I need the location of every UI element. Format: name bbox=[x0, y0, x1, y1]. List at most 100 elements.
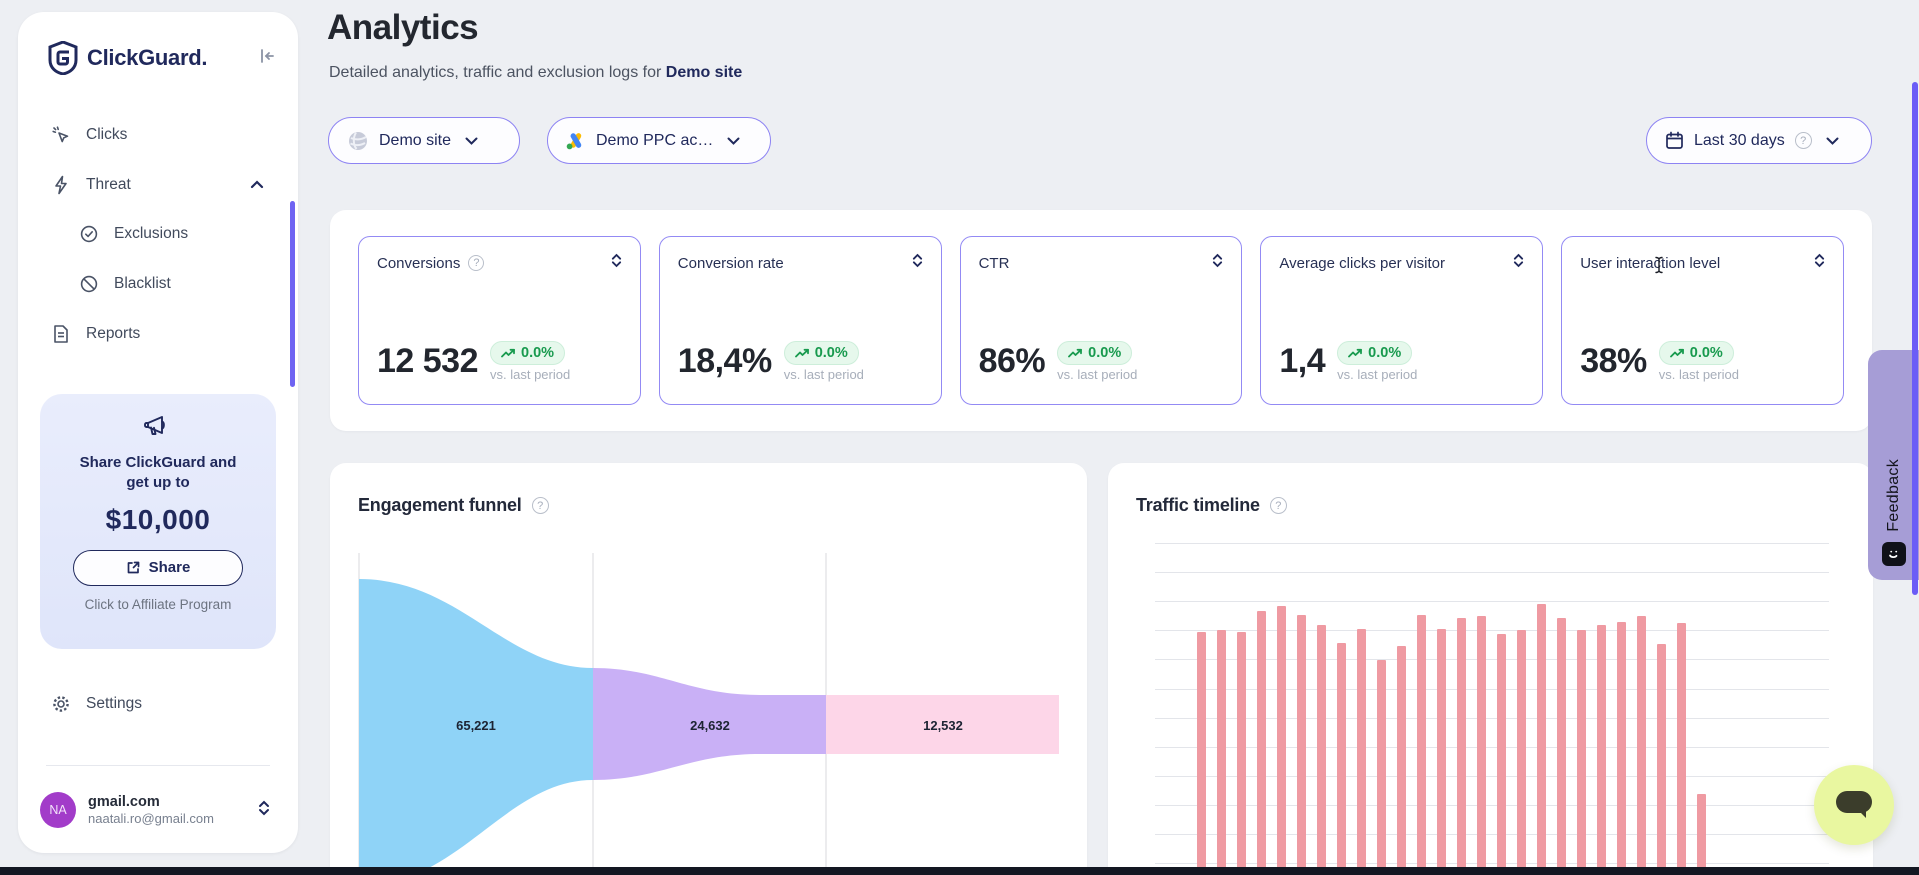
kpi-value: 86% bbox=[979, 342, 1046, 381]
kpi-delta-badge: 0.0% bbox=[1337, 341, 1412, 365]
trend-up-icon bbox=[1670, 348, 1685, 359]
traffic-bar[interactable] bbox=[1437, 629, 1446, 875]
sort-icon[interactable] bbox=[1513, 253, 1524, 273]
traffic-bar[interactable] bbox=[1237, 632, 1246, 875]
sidebar-item-settings[interactable]: Settings bbox=[18, 684, 298, 724]
kpi-card-interaction-level: User interaction level 38% 0.0% vs. last… bbox=[1561, 236, 1844, 405]
chat-launcher-button[interactable] bbox=[1814, 765, 1894, 845]
help-icon[interactable]: ? bbox=[1795, 132, 1812, 149]
traffic-chart-title: Traffic timeline bbox=[1136, 495, 1260, 516]
traffic-bar[interactable] bbox=[1637, 616, 1646, 875]
sidebar-item-clicks[interactable]: Clicks bbox=[18, 115, 298, 155]
chevron-down-icon bbox=[1826, 132, 1839, 150]
gridline bbox=[1155, 601, 1829, 602]
promo-amount: $10,000 bbox=[54, 504, 262, 536]
traffic-bar[interactable] bbox=[1477, 616, 1486, 875]
traffic-bar[interactable] bbox=[1597, 625, 1606, 875]
document-icon bbox=[50, 324, 72, 344]
clickguard-logo-icon bbox=[48, 41, 78, 75]
page-title: Analytics bbox=[327, 8, 478, 48]
traffic-bar[interactable] bbox=[1257, 611, 1266, 875]
traffic-bar[interactable] bbox=[1337, 643, 1346, 875]
sidebar-item-label: Threat bbox=[86, 176, 131, 194]
ppc-account-value: Demo PPC ac… bbox=[596, 132, 713, 150]
kpi-value: 38% bbox=[1580, 342, 1647, 381]
sidebar: ClickGuard. Clicks Threat bbox=[18, 12, 298, 853]
external-link-icon bbox=[126, 560, 141, 575]
kpi-value: 1,4 bbox=[1279, 342, 1325, 381]
traffic-bar[interactable] bbox=[1697, 794, 1706, 875]
traffic-plot bbox=[1108, 543, 1873, 875]
sidebar-item-threat[interactable]: Threat bbox=[18, 165, 298, 205]
date-range-value: Last 30 days bbox=[1694, 132, 1785, 150]
help-icon[interactable]: ? bbox=[468, 255, 484, 271]
chevron-up-icon[interactable] bbox=[250, 176, 264, 194]
traffic-bar[interactable] bbox=[1617, 622, 1626, 875]
sort-icon[interactable] bbox=[611, 253, 622, 273]
site-selector[interactable]: Demo site bbox=[328, 117, 520, 164]
traffic-bar[interactable] bbox=[1677, 623, 1686, 875]
cursor-click-icon bbox=[50, 125, 72, 145]
traffic-bar[interactable] bbox=[1537, 604, 1546, 875]
kpi-label: Conversions bbox=[377, 255, 460, 272]
kpi-period: vs. last period bbox=[1659, 367, 1739, 382]
traffic-bar[interactable] bbox=[1357, 629, 1366, 875]
kpi-card-avg-clicks: Average clicks per visitor 1,4 0.0% vs. … bbox=[1260, 236, 1543, 405]
kpi-label: User interaction level bbox=[1580, 255, 1720, 272]
traffic-bar[interactable] bbox=[1657, 644, 1666, 875]
chat-bubble-icon bbox=[1832, 788, 1876, 822]
traffic-bar[interactable] bbox=[1577, 630, 1586, 875]
logo-row: ClickGuard. bbox=[48, 40, 276, 76]
affiliate-promo-card[interactable]: Share ClickGuard andget up to $10,000 Sh… bbox=[40, 394, 276, 649]
kpi-delta-badge: 0.0% bbox=[490, 341, 565, 365]
traffic-bar[interactable] bbox=[1197, 632, 1206, 875]
kpi-section: Conversions ? 12 532 0.0% vs. last perio… bbox=[330, 210, 1872, 431]
kpi-label: Average clicks per visitor bbox=[1279, 255, 1445, 272]
analytics-page: ClickGuard. Clicks Threat bbox=[0, 0, 1919, 875]
kpi-value: 18,4% bbox=[678, 342, 772, 381]
kpi-label: Conversion rate bbox=[678, 255, 784, 272]
account-switcher[interactable]: NA gmail.com naatali.ro@gmail.com bbox=[32, 782, 284, 838]
kpi-delta-badge: 0.0% bbox=[1659, 341, 1734, 365]
sidebar-item-exclusions[interactable]: Exclusions bbox=[18, 214, 298, 254]
traffic-bar[interactable] bbox=[1517, 630, 1526, 875]
sort-icon[interactable] bbox=[1212, 253, 1223, 273]
subtitle-site-name: Demo site bbox=[666, 64, 742, 81]
kpi-card-conversions: Conversions ? 12 532 0.0% vs. last perio… bbox=[358, 236, 641, 405]
help-icon[interactable]: ? bbox=[1270, 497, 1287, 514]
traffic-bar[interactable] bbox=[1497, 634, 1506, 875]
traffic-bar[interactable] bbox=[1297, 615, 1306, 875]
sidebar-collapse-icon[interactable] bbox=[258, 47, 276, 70]
date-range-selector[interactable]: Last 30 days ? bbox=[1646, 117, 1872, 164]
page-scrollbar-thumb[interactable] bbox=[1912, 82, 1918, 595]
funnel-stage-value: 12,532 bbox=[923, 718, 963, 733]
sidebar-item-label: Clicks bbox=[86, 126, 127, 144]
traffic-bar[interactable] bbox=[1217, 630, 1226, 875]
gear-icon bbox=[50, 694, 72, 714]
kpi-period: vs. last period bbox=[784, 367, 864, 382]
funnel-stage-value: 65,221 bbox=[456, 718, 496, 733]
sidebar-divider bbox=[46, 765, 270, 766]
sidebar-scrollbar-thumb[interactable] bbox=[290, 201, 295, 387]
traffic-bar[interactable] bbox=[1377, 660, 1386, 875]
traffic-bar[interactable] bbox=[1277, 606, 1286, 875]
user-texts: gmail.com naatali.ro@gmail.com bbox=[88, 794, 214, 826]
ppc-account-selector[interactable]: Demo PPC ac… bbox=[547, 117, 771, 164]
sidebar-item-reports[interactable]: Reports bbox=[18, 314, 298, 354]
sidebar-item-blacklist[interactable]: Blacklist bbox=[18, 264, 298, 304]
traffic-bar[interactable] bbox=[1317, 625, 1326, 875]
sort-icon[interactable] bbox=[1814, 253, 1825, 273]
share-button[interactable]: Share bbox=[73, 550, 243, 586]
page-subtitle: Detailed analytics, traffic and exclusio… bbox=[329, 64, 742, 82]
sort-icon[interactable] bbox=[912, 253, 923, 273]
traffic-bar[interactable] bbox=[1457, 618, 1466, 875]
trend-up-icon bbox=[501, 348, 516, 359]
traffic-bar[interactable] bbox=[1397, 646, 1406, 875]
sidebar-item-label: Settings bbox=[86, 695, 142, 713]
traffic-bar[interactable] bbox=[1557, 618, 1566, 875]
sidebar-item-label: Exclusions bbox=[114, 225, 188, 243]
site-selector-value: Demo site bbox=[379, 132, 451, 150]
kpi-period: vs. last period bbox=[490, 367, 570, 382]
traffic-timeline-card: Traffic timeline ? bbox=[1108, 463, 1873, 875]
traffic-bar[interactable] bbox=[1417, 615, 1426, 875]
